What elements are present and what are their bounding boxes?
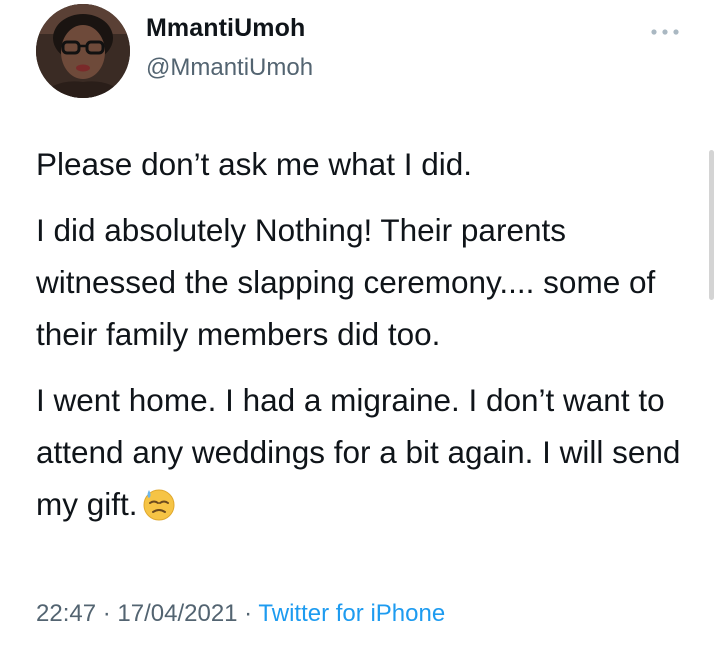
tweet-paragraph: I did absolutely Nothing! Their parents … [36,212,656,352]
scrollbar[interactable] [709,150,714,300]
tweet-paragraph-text: I went home. I had a migraine. I don’t w… [36,382,681,522]
tweet-body: Please don’t ask me what I did. I did ab… [36,138,686,544]
downcast-face-with-sweat-icon [142,484,176,521]
tweet-date[interactable]: 17/04/2021 [117,600,237,627]
meta-separator: · [237,600,259,627]
author-display-name[interactable]: MmantiUmoh [146,14,305,43]
tweet-time[interactable]: 22:47 [36,600,96,627]
more-options-icon[interactable] [648,22,682,42]
avatar[interactable] [36,4,130,98]
tweet-card: MmantiUmoh @MmantiUmoh Please don’t ask … [0,0,720,654]
profile-photo-icon [36,4,130,98]
tweet-paragraph: Please don’t ask me what I did. [36,146,472,182]
tweet-paragraph-last: I went home. I had a migraine. I don’t w… [36,374,686,530]
ellipsis-icon [651,29,679,35]
tweet-meta: 22:47 · 17/04/2021 · Twitter for iPhone [36,600,445,628]
author-handle[interactable]: @MmantiUmoh [146,54,313,82]
tweet-source-link[interactable]: Twitter for iPhone [258,600,445,627]
meta-separator: · [96,600,118,627]
